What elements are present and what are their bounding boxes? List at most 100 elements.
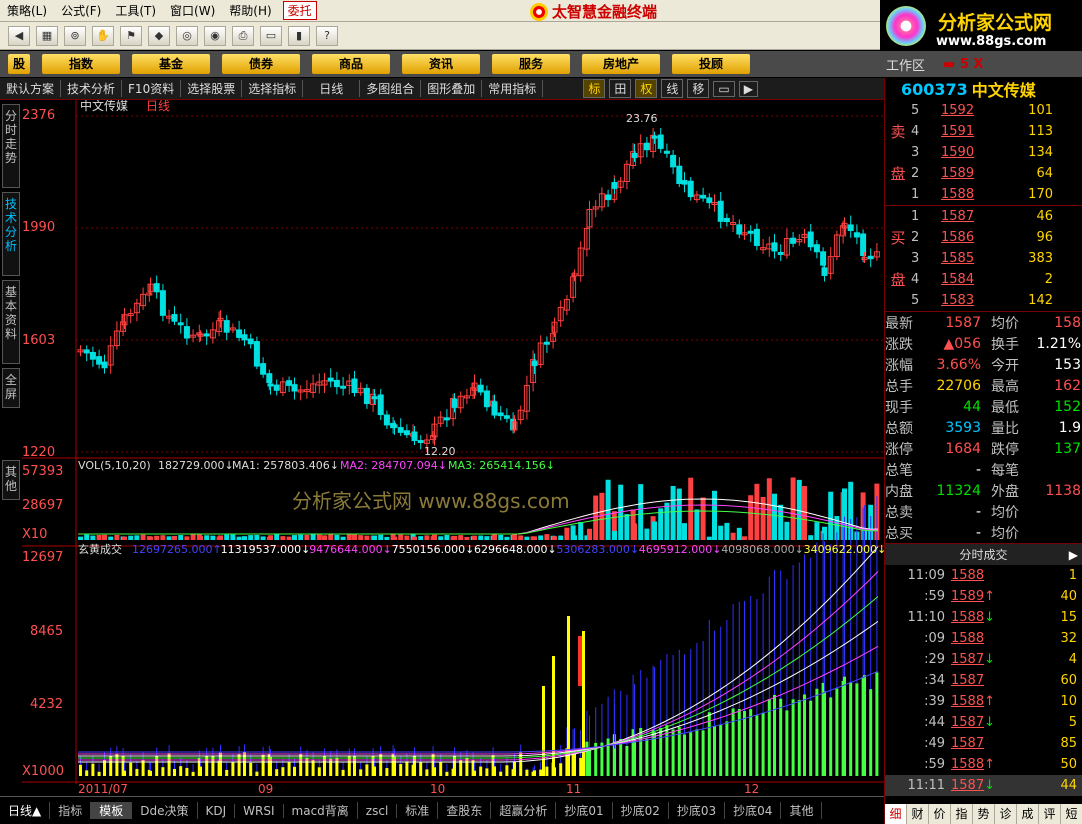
bid-row[interactable]: 3 1585 383 xyxy=(885,248,1082,269)
bid-price[interactable]: 1587 xyxy=(941,209,1001,224)
category-realestate[interactable]: 房地产 xyxy=(582,54,660,74)
tool-rights[interactable]: 权 xyxy=(635,79,658,98)
quote-tab[interactable]: 价 xyxy=(929,804,951,824)
disc-icon[interactable]: ◉ xyxy=(204,25,226,46)
ask-price[interactable]: 1589 xyxy=(941,166,1001,181)
tool-line[interactable]: 线 xyxy=(661,79,684,98)
menu-item-trade[interactable]: 委托 xyxy=(282,1,317,20)
bottom-tab[interactable]: zscl xyxy=(358,803,398,818)
bottom-tab[interactable]: 超赢分析 xyxy=(491,802,557,819)
workarea-label[interactable]: 工作区 xyxy=(886,55,925,74)
tech-analysis-dropdown[interactable]: 技术分析 xyxy=(61,80,123,97)
bid-row[interactable]: 买 2 1586 96 xyxy=(885,227,1082,248)
bottom-tab[interactable]: macd背离 xyxy=(284,802,358,819)
bid-row[interactable]: 1 1587 46 xyxy=(885,206,1082,227)
ask-price[interactable]: 1591 xyxy=(941,124,1001,139)
bottom-tab[interactable]: 抄底02 xyxy=(613,802,669,819)
panel-toggle-icon[interactable]: ▶ xyxy=(738,80,758,97)
back-icon[interactable]: ◀ xyxy=(8,25,30,46)
tool-mark[interactable]: 标 xyxy=(583,79,606,98)
bottom-tab[interactable]: Dde决策 xyxy=(132,802,198,819)
tab-other[interactable]: 其他 xyxy=(2,460,20,500)
bid-row[interactable]: 盘 4 1584 2 xyxy=(885,269,1082,290)
tab-intraday[interactable]: 分时走势 xyxy=(2,104,20,188)
menu-item-tools[interactable]: 工具(T) xyxy=(108,2,163,19)
bottom-tab[interactable]: 抄底04 xyxy=(725,802,782,819)
ask-row[interactable]: 卖 4 1591 113 xyxy=(885,121,1082,142)
bottom-tab[interactable]: 指标 xyxy=(50,802,92,819)
quote-tab[interactable]: 财 xyxy=(907,804,929,824)
bid-row[interactable]: 5 1583 142 xyxy=(885,290,1082,311)
window-controls[interactable]: ▬ 5 X xyxy=(943,57,983,72)
category-bond[interactable]: 债券 xyxy=(222,54,300,74)
quote-tab[interactable]: 成 xyxy=(1017,804,1039,824)
bid-price[interactable]: 1584 xyxy=(941,272,1001,287)
tool-grid[interactable]: 田 xyxy=(609,79,632,98)
quote-list-icon[interactable]: ▦ xyxy=(36,25,58,46)
quote-tab[interactable]: 细 xyxy=(885,804,907,824)
hand-icon[interactable]: ✋ xyxy=(92,25,114,46)
window-icon[interactable]: ▭ xyxy=(260,25,282,46)
select-indicator-button[interactable]: 选择指标 xyxy=(242,80,304,97)
bottom-tab[interactable]: 标准 xyxy=(397,802,439,819)
category-advisor[interactable]: 投顾 xyxy=(672,54,750,74)
quote-tab[interactable]: 势 xyxy=(973,804,995,824)
ask-price[interactable]: 1588 xyxy=(941,187,1001,202)
menu-item-strategy[interactable]: 策略(L) xyxy=(0,2,54,19)
quote-tab[interactable]: 指 xyxy=(951,804,973,824)
bottom-tab[interactable]: 抄底03 xyxy=(669,802,726,819)
category-news[interactable]: 资讯 xyxy=(402,54,480,74)
bid-level: 3 xyxy=(911,251,920,266)
tab-technical[interactable]: 技术分析 xyxy=(2,192,20,276)
menu-item-help[interactable]: 帮助(H) xyxy=(222,2,278,19)
bid-price[interactable]: 1585 xyxy=(941,251,1001,266)
binoculars-icon[interactable]: ⊚ xyxy=(64,25,86,46)
bid-price[interactable]: 1583 xyxy=(941,293,1001,308)
ask-row[interactable]: 5 1592 101 xyxy=(885,100,1082,121)
category-stock[interactable]: 股 xyxy=(8,54,30,74)
print-icon[interactable]: ⎙ xyxy=(232,25,254,46)
ask-row[interactable]: 1 1588 170 xyxy=(885,184,1082,205)
help-cursor-icon[interactable]: ? xyxy=(316,25,338,46)
bottom-period[interactable]: 日线▲ xyxy=(0,802,51,819)
period-dropdown[interactable]: 日线 xyxy=(303,80,361,97)
scheme-dropdown[interactable]: 默认方案 xyxy=(0,80,62,97)
ask-price[interactable]: 1590 xyxy=(941,145,1001,160)
menu-item-window[interactable]: 窗口(W) xyxy=(163,2,222,19)
f10-button[interactable]: F10资料 xyxy=(122,80,182,97)
bottom-tab[interactable]: 抄底01 xyxy=(556,802,613,819)
bottom-tab[interactable]: 其他 xyxy=(781,802,823,819)
quote-tab[interactable]: 短 xyxy=(1061,804,1082,824)
bottom-tab[interactable]: 查股东 xyxy=(438,802,492,819)
bottom-tab[interactable]: WRSI xyxy=(235,803,284,818)
bottom-tab[interactable]: KDJ xyxy=(198,803,236,818)
quote-tab[interactable]: 评 xyxy=(1039,804,1061,824)
category-index[interactable]: 指数 xyxy=(42,54,120,74)
diamond-icon[interactable]: ◆ xyxy=(148,25,170,46)
tab-fullscreen[interactable]: 全屏 xyxy=(2,368,20,408)
multi-chart-dropdown[interactable]: 多图组合 xyxy=(360,80,422,97)
category-commodity[interactable]: 商品 xyxy=(312,54,390,74)
common-indicator-dropdown[interactable]: 常用指标 xyxy=(482,80,544,97)
minimize-icon[interactable]: ▭ xyxy=(713,80,735,97)
ask-row[interactable]: 3 1590 134 xyxy=(885,142,1082,163)
ticks-header[interactable]: 分时成交 ▶ xyxy=(885,543,1082,565)
overlay-button[interactable]: 图形叠加 xyxy=(421,80,483,97)
bid-price[interactable]: 1586 xyxy=(941,230,1001,245)
bottom-tab[interactable]: 模板 xyxy=(91,802,133,819)
select-stock-button[interactable]: 选择股票 xyxy=(181,80,243,97)
flag-icon[interactable]: ⚑ xyxy=(120,25,142,46)
ask-row[interactable]: 盘 2 1589 64 xyxy=(885,163,1082,184)
menu-item-formula[interactable]: 公式(F) xyxy=(54,2,108,19)
swirl-icon[interactable]: ◎ xyxy=(176,25,198,46)
chart-area[interactable]: 中文传媒 日线 2376 1990 1603 1220 23.76 12.20 … xyxy=(22,100,884,784)
tool-move[interactable]: 移 xyxy=(687,79,710,98)
quote-tab[interactable]: 诊 xyxy=(995,804,1017,824)
bar-chart-icon[interactable]: ▮ xyxy=(288,25,310,46)
volume-bar xyxy=(398,534,404,540)
ticks-expand-icon[interactable]: ▶ xyxy=(1069,548,1078,562)
ask-price[interactable]: 1592 xyxy=(941,103,1001,118)
category-fund[interactable]: 基金 xyxy=(132,54,210,74)
category-service[interactable]: 服务 xyxy=(492,54,570,74)
tab-fundamental[interactable]: 基本资料 xyxy=(2,280,20,364)
